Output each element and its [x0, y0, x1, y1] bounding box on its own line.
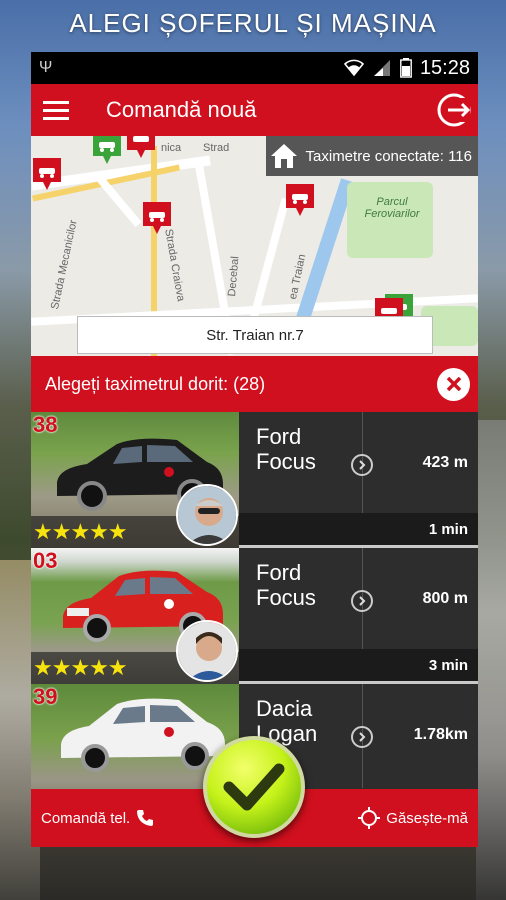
details-button[interactable] — [351, 590, 373, 612]
taxi-pin-icon[interactable] — [125, 136, 157, 160]
background-blur — [476, 420, 506, 900]
park-label: Parcul Feroviarilor — [364, 196, 420, 220]
taxi-info: Ford Focus 423 m 1 min — [239, 412, 478, 545]
street-label: nica — [161, 142, 182, 154]
street-label: Decebal — [226, 255, 242, 298]
chevron-right-icon — [359, 596, 366, 606]
home-icon — [270, 144, 297, 168]
phone-order-label: Comandă tel. — [41, 809, 131, 827]
taxi-row[interactable]: 03 ★★★★★ Ford Focus 800 m 3 min — [31, 548, 478, 684]
phone-icon — [137, 810, 154, 826]
driver-avatar — [176, 484, 238, 546]
driver-avatar — [176, 620, 238, 682]
logout-button[interactable] — [430, 84, 478, 136]
battery-icon — [400, 58, 412, 78]
distance: 800 m — [422, 590, 468, 607]
close-icon — [446, 376, 461, 392]
signal-icon — [373, 60, 390, 76]
car-model: Ford Focus — [256, 424, 316, 474]
checkmark-icon — [223, 763, 285, 811]
address-field[interactable]: Str. Traian nr.7 — [77, 316, 433, 354]
map-road — [96, 176, 142, 228]
taxi-photo: 03 ★★★★★ — [31, 548, 239, 684]
taxi-pin-icon[interactable] — [284, 182, 316, 218]
taxi-number: 38 — [33, 412, 58, 437]
page-title: Comandă nouă — [106, 97, 257, 122]
details-button[interactable] — [351, 454, 373, 476]
taxi-row[interactable]: 38 ★★★★★ Ford Focus 423 m 1 min — [31, 412, 478, 548]
chevron-right-icon — [359, 732, 366, 742]
street-label: Strad — [203, 142, 230, 154]
app-bar: Comandă nouă — [31, 84, 478, 136]
usb-icon: Ψ — [39, 59, 53, 76]
taxi-pin-icon[interactable] — [91, 136, 123, 166]
taxi-photo: 38 ★★★★★ — [31, 412, 239, 548]
distance: 423 m — [422, 454, 468, 471]
crosshair-icon — [358, 807, 381, 829]
connected-taxis-label: Taximetre conectate: 116 — [305, 147, 472, 165]
phone-screen: Ψ 15:28 Comandă nouă Strada Mecanicilor … — [31, 52, 478, 847]
taxi-number: 03 — [33, 548, 58, 573]
phone-order-button[interactable]: Comandă tel. — [41, 809, 154, 827]
logout-icon — [437, 93, 471, 127]
clock-time: 15:28 — [419, 56, 470, 79]
promo-banner-title: ALEGI ȘOFERUL ȘI MAȘINA — [69, 8, 437, 38]
taxi-pin-icon[interactable] — [31, 156, 63, 192]
details-button[interactable] — [351, 726, 373, 748]
status-bar: Ψ 15:28 — [31, 52, 478, 84]
distance: 1.78km — [413, 726, 468, 743]
car-image — [61, 698, 225, 772]
close-button[interactable] — [437, 367, 470, 401]
eta: 3 min — [239, 649, 478, 681]
find-me-button[interactable]: Găsește-mă — [358, 807, 468, 829]
eta: 1 min — [239, 513, 478, 545]
street-label: Strada Craiova — [162, 228, 187, 303]
taxi-info: Ford Focus 800 m 3 min — [239, 548, 478, 681]
hamburger-icon[interactable] — [31, 84, 81, 136]
chevron-right-icon — [359, 460, 366, 470]
taxi-pin-icon[interactable] — [141, 200, 173, 236]
map-park — [347, 182, 433, 258]
choose-taxi-label: Alegeți taximetrul dorit: (28) — [45, 373, 266, 394]
find-me-label: Găsește-mă — [386, 809, 468, 827]
connected-taxis-box: Taximetre conectate: 116 — [265, 136, 478, 176]
confirm-order-button[interactable] — [203, 736, 305, 838]
wifi-icon — [343, 59, 364, 77]
choose-taxi-header: Alegeți taximetrul dorit: (28) — [31, 356, 478, 412]
car-model: Ford Focus — [256, 560, 316, 610]
taxi-number: 39 — [33, 684, 58, 709]
map-view[interactable]: Strada Mecanicilor Strada Craiova Deceba… — [31, 136, 478, 356]
street-label: Strada Mecanicilor — [49, 218, 80, 311]
